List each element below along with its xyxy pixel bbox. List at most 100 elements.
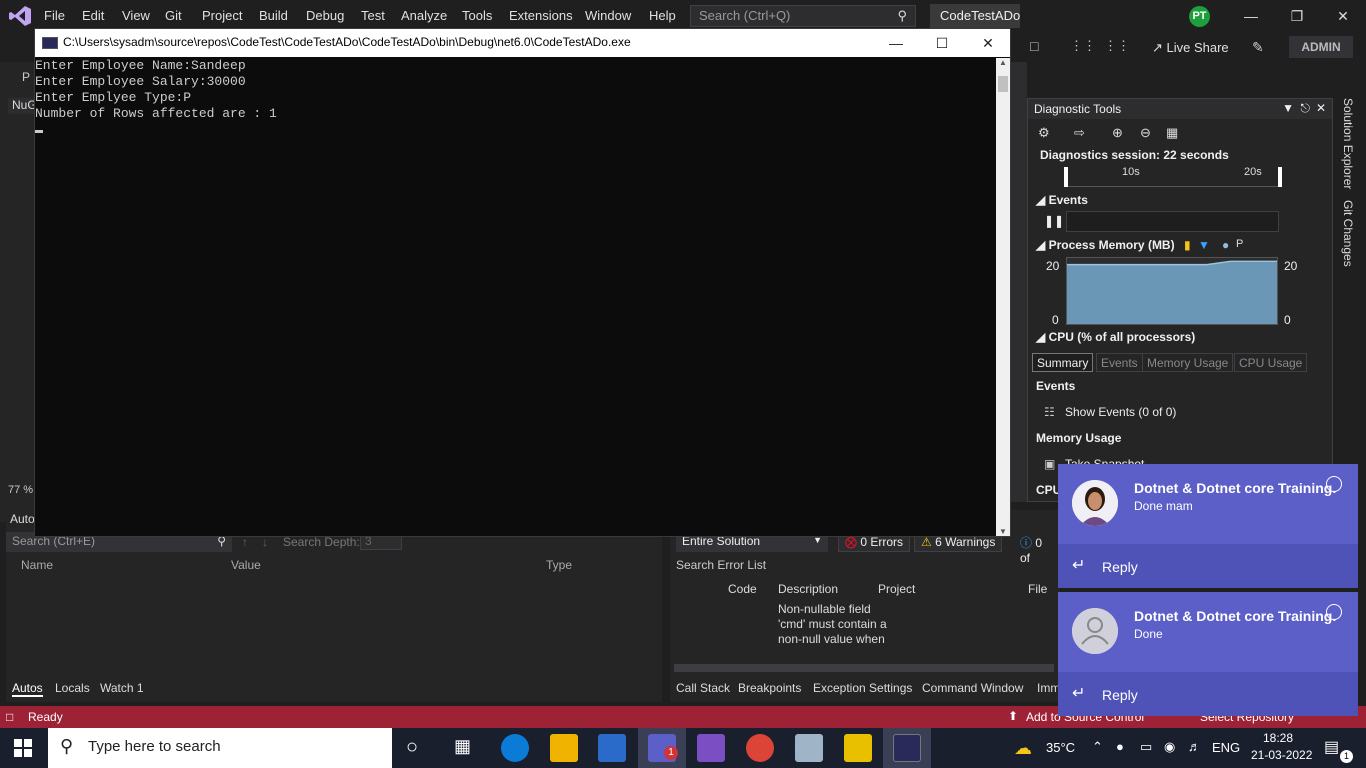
- pin-icon[interactable]: ⎋: [1301, 101, 1311, 116]
- chrome-icon[interactable]: [746, 734, 774, 762]
- tab-solution-explorer[interactable]: Solution Explorer: [1341, 98, 1355, 189]
- file-explorer-icon[interactable]: [550, 734, 578, 762]
- column-description[interactable]: Description: [778, 582, 838, 596]
- column-type[interactable]: Type: [546, 558, 572, 572]
- menu-extensions[interactable]: Extensions: [509, 8, 573, 23]
- scroll-up-icon[interactable]: ▲: [999, 58, 1007, 67]
- feedback-icon[interactable]: ✎: [1252, 39, 1264, 56]
- teams-taskbar-item[interactable]: 1: [638, 728, 686, 768]
- tab-breakpoints[interactable]: Breakpoints: [738, 681, 801, 695]
- visual-studio-taskbar-icon[interactable]: [697, 734, 725, 762]
- microphone-icon[interactable]: ●: [1116, 739, 1124, 754]
- dropdown-icon[interactable]: ▼: [1282, 101, 1294, 115]
- menu-edit[interactable]: Edit: [82, 8, 104, 23]
- clock-date[interactable]: 21-03-2022: [1251, 748, 1312, 762]
- volume-icon[interactable]: ♬: [1188, 739, 1201, 754]
- tab-events[interactable]: Events: [1096, 353, 1143, 372]
- console-scroll-thumb[interactable]: [998, 76, 1008, 92]
- tab-cpu-usage[interactable]: CPU Usage: [1234, 353, 1308, 372]
- menu-analyze[interactable]: Analyze: [401, 8, 447, 23]
- export-icon[interactable]: ⇨: [1074, 125, 1092, 143]
- task-view-icon[interactable]: ▦: [454, 736, 471, 757]
- tab-immediate[interactable]: Imm: [1037, 681, 1060, 695]
- timeline-start-handle[interactable]: [1064, 167, 1068, 187]
- windows-start-icon[interactable]: [14, 739, 32, 757]
- format2-icon[interactable]: ⋮⋮: [1104, 38, 1130, 54]
- menu-help[interactable]: Help: [649, 8, 676, 23]
- ssms-icon[interactable]: [795, 734, 823, 762]
- menu-debug[interactable]: Debug: [306, 8, 344, 23]
- arrow-down-icon[interactable]: ↓: [262, 535, 268, 549]
- tab-memory-usage[interactable]: Memory Usage: [1142, 353, 1234, 372]
- console-close-button[interactable]: ✕: [965, 29, 1011, 57]
- timeline-end-handle[interactable]: [1278, 167, 1282, 187]
- menu-tools[interactable]: Tools: [462, 8, 492, 23]
- bookmark-icon[interactable]: □: [1030, 38, 1038, 54]
- menu-build[interactable]: Build: [259, 8, 288, 23]
- error-search-input[interactable]: Search Error List: [676, 558, 766, 572]
- zoom-out-icon[interactable]: ⊖: [1140, 125, 1158, 143]
- tray-chevron-icon[interactable]: ⌃: [1092, 739, 1103, 755]
- events-section-header[interactable]: ◢ Events: [1036, 193, 1088, 207]
- react-icon[interactable]: [1326, 476, 1342, 492]
- menu-window[interactable]: Window: [585, 8, 631, 23]
- arrow-up-icon[interactable]: ↑: [242, 535, 248, 549]
- column-project[interactable]: Project: [878, 582, 915, 596]
- menu-test[interactable]: Test: [361, 8, 385, 23]
- column-name[interactable]: Name: [21, 558, 53, 572]
- close-panel-icon[interactable]: ✕: [1316, 101, 1326, 115]
- tab-command-window[interactable]: Command Window: [922, 681, 1023, 695]
- messages-filter-button[interactable]: ⓘ 0 of: [1014, 532, 1060, 565]
- store-icon[interactable]: [598, 734, 626, 762]
- settings-icon[interactable]: ⚙: [1038, 125, 1056, 143]
- menu-file[interactable]: File: [44, 8, 65, 23]
- teams-toast[interactable]: Dotnet & Dotnet core Training. Done mam …: [1058, 464, 1358, 588]
- show-events-link[interactable]: Show Events (0 of 0): [1065, 405, 1176, 419]
- scroll-down-icon[interactable]: ▼: [999, 527, 1007, 536]
- console-maximize-button[interactable]: ☐: [919, 29, 965, 57]
- tab-call-stack[interactable]: Call Stack: [676, 681, 730, 695]
- tab-exception-settings[interactable]: Exception Settings: [813, 681, 912, 695]
- close-button[interactable]: ✕: [1320, 0, 1366, 32]
- tab-autos[interactable]: Autos: [12, 681, 43, 697]
- restore-button[interactable]: ❐: [1274, 0, 1320, 32]
- notifications-icon[interactable]: ▤: [1324, 737, 1339, 757]
- column-code[interactable]: Code: [728, 582, 757, 596]
- format-icon[interactable]: ⋮⋮: [1070, 38, 1096, 54]
- language-indicator[interactable]: ENG: [1212, 740, 1240, 755]
- console-minimize-button[interactable]: —: [873, 29, 919, 57]
- tab-summary[interactable]: Summary: [1032, 353, 1094, 372]
- process-memory-header[interactable]: ◢ Process Memory (MB): [1036, 238, 1175, 252]
- cpu-section-header[interactable]: ◢ CPU (% of all processors): [1036, 330, 1195, 344]
- teams-toast[interactable]: Dotnet & Dotnet core Training. Done ↵ Rep…: [1058, 592, 1358, 716]
- vs-search-input[interactable]: Search (Ctrl+Q) ⚲: [690, 5, 916, 27]
- react-icon[interactable]: [1326, 604, 1342, 620]
- tab-locals[interactable]: Locals: [55, 681, 90, 695]
- toast-reply-button[interactable]: ↵ Reply: [1058, 672, 1358, 716]
- minimize-button[interactable]: —: [1228, 0, 1274, 32]
- menu-project[interactable]: Project: [202, 8, 242, 23]
- battery-icon[interactable]: ▭: [1140, 739, 1152, 755]
- reset-view-icon[interactable]: ▦: [1166, 125, 1184, 143]
- taskbar-search-input[interactable]: ⚲ Type here to search: [48, 728, 392, 768]
- column-file[interactable]: File: [1028, 582, 1047, 596]
- tab-git-changes[interactable]: Git Changes: [1341, 200, 1355, 267]
- zoom-level[interactable]: 77 %: [8, 484, 33, 496]
- zoom-in-icon[interactable]: ⊕: [1112, 125, 1130, 143]
- avatar[interactable]: PT: [1189, 6, 1210, 27]
- console-taskbar-item[interactable]: [883, 728, 931, 768]
- pause-icon[interactable]: ❚❚: [1044, 214, 1064, 228]
- cortana-icon[interactable]: ○: [406, 736, 418, 759]
- weather-icon[interactable]: ☁: [1014, 738, 1032, 759]
- console-output[interactable]: Enter Employee Name:Sandeep Enter Employ…: [35, 58, 995, 536]
- menu-git[interactable]: Git: [165, 8, 182, 23]
- temperature[interactable]: 35°C: [1046, 740, 1075, 755]
- network-icon[interactable]: ◉: [1164, 739, 1175, 755]
- tool-icon[interactable]: [844, 734, 872, 762]
- nuget-tab[interactable]: NuG: [8, 98, 37, 114]
- clock-time[interactable]: 18:28: [1263, 731, 1293, 745]
- menu-view[interactable]: View: [122, 8, 150, 23]
- console-scrollbar[interactable]: ▲ ▼: [996, 58, 1010, 536]
- tab-watch-1[interactable]: Watch 1: [100, 681, 144, 695]
- live-share-button[interactable]: ↗ Live Share: [1152, 40, 1229, 56]
